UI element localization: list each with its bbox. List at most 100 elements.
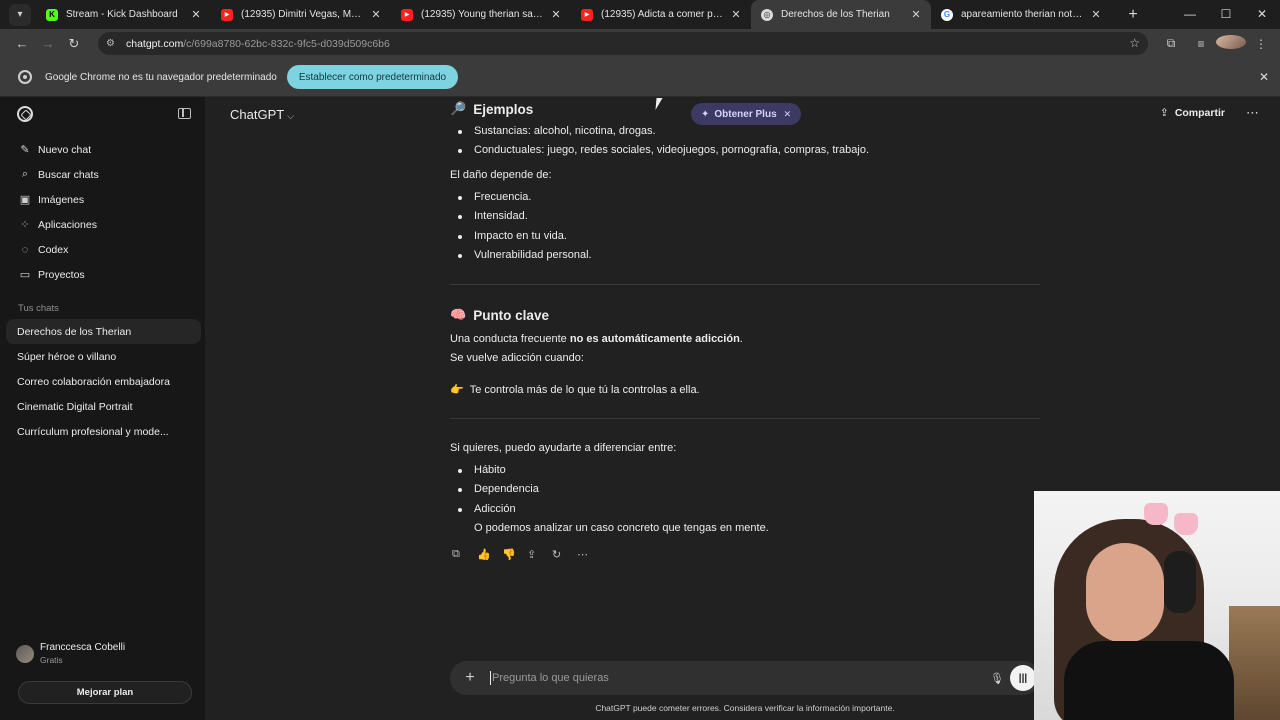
user-plan: Gratis [40,655,63,665]
chat-list-item[interactable]: Currículum profesional y mode... [0,419,201,444]
image-icon: ▣ [19,194,31,206]
cat-ear-headband [1144,503,1168,525]
list-item: Impacto en tu vida. [458,230,567,242]
heading-key-point: 🧠 Punto clave [450,307,549,323]
user-name: Franccesca Cobelli [40,642,126,653]
close-tab-icon[interactable]: ✕ [729,8,743,21]
paragraph: Si quieres, puedo ayudarte a diferenciar… [450,442,677,454]
chat-list-item[interactable]: Cinematic Digital Portrait [0,394,201,419]
sidebar: ✎ Nuevo chat ⌕ Buscar chats ▣ Imágenes ⁘… [0,97,205,720]
browser-tab[interactable]: G apareamiento therian noticia - ✕ [931,0,1111,29]
pointing-hand-icon: 👉 [450,384,464,396]
disclaimer: ChatGPT puede cometer errores. Considera… [595,703,895,713]
model-selector[interactable]: ChatGPT ⌵ [230,107,294,122]
chrome-icon [18,70,32,84]
address-bar[interactable]: ⚙ chatgpt.com/c/699a8780-62bc-832c-9fc5-… [98,32,1148,55]
webcam-overlay [1034,491,1280,720]
divider [450,418,1040,419]
chat-list-item[interactable]: Correo colaboración embajadora [0,369,201,394]
sidebar-item-codex[interactable]: ◌ Codex [0,237,205,262]
list-item: Sustancias: alcohol, nicotina, drogas. [458,125,656,137]
sidebar-toggle-icon[interactable] [178,108,191,119]
close-icon[interactable]: ✕ [784,109,792,120]
list-item: Conductuales: juego, redes sociales, vid… [457,144,870,156]
window-controls: — ☐ ✕ [1172,0,1280,29]
close-tab-icon[interactable]: ✕ [369,8,383,21]
search-icon: ⌕ [21,168,29,180]
sidebar-item-search[interactable]: ⌕ Buscar chats [0,162,205,187]
youtube-icon: ▶ [401,8,413,21]
close-tab-icon[interactable]: ✕ [909,8,923,21]
tab-search-button[interactable]: ▾ [9,3,31,26]
set-default-button[interactable]: Establecer como predeterminado [286,65,459,89]
more-options-icon[interactable]: ⋯ [1246,105,1259,121]
close-tab-icon[interactable]: ✕ [189,8,203,21]
copy-icon[interactable]: ⧉ [452,548,477,561]
share-icon[interactable]: ⇪ [527,548,552,561]
bookmark-star-icon[interactable]: ☆ [1129,36,1140,50]
browser-tab[interactable]: ▶ (12935) Young therian says he ✕ [391,0,571,29]
regenerate-icon[interactable]: ↻ [552,548,577,561]
user-profile[interactable]: Franccesca Cobelli Gratis [16,642,125,665]
add-attachment-icon[interactable]: + [450,669,490,687]
chat-list-item-active[interactable]: Derechos de los Therian [6,319,201,344]
reload-icon[interactable]: ↻ [61,36,87,52]
youtube-icon: ▶ [221,8,233,21]
kick-icon: K [46,8,58,21]
paragraph: El daño depende de: [450,169,552,181]
google-icon: G [941,8,953,21]
minimize-icon[interactable]: — [1172,0,1208,29]
forward-icon[interactable]: → [35,36,61,51]
browser-tab[interactable]: K Stream - Kick Dashboard ✕ [36,0,211,29]
sidebar-item-projects[interactable]: ▭ Proyectos [0,262,205,287]
close-tab-icon[interactable]: ✕ [549,8,563,21]
browser-tab-active[interactable]: ◎ Derechos de los Therian ✕ [751,0,931,29]
microphone-icon[interactable]: 🎙 [984,672,1010,685]
heading-examples: 🔎 Ejemplos [450,101,534,117]
avatar [16,644,34,663]
apps-icon: ⁘ [20,219,30,231]
upgrade-plan-button[interactable]: Mejorar plan [18,681,192,704]
close-tab-icon[interactable]: ✕ [1089,8,1103,21]
thumbs-up-icon[interactable]: 👍 [477,548,502,561]
chat-list-item[interactable]: Súper héroe o villano [0,344,201,369]
youtube-icon: ▶ [581,8,593,21]
prompt-input[interactable]: Pregunta lo que quieras [490,671,984,685]
codex-icon: ◌ [21,243,29,256]
sidebar-item-images[interactable]: ▣ Imágenes [0,187,205,212]
sidebar-item-new-chat[interactable]: ✎ Nuevo chat [0,137,205,162]
paragraph: O podemos analizar un caso concreto que … [474,522,769,534]
site-info-icon[interactable]: ⚙ [106,38,120,49]
profile-avatar[interactable] [1216,35,1246,52]
new-tab-button[interactable]: + [1121,6,1145,24]
default-browser-infobar: Google Chrome no es tu navegador predete… [0,58,1280,97]
maximize-icon[interactable]: ☐ [1208,0,1244,29]
share-icon: ⇪ [1160,107,1169,119]
chatgpt-logo-icon[interactable] [17,106,33,122]
close-window-icon[interactable]: ✕ [1244,0,1280,29]
message-actions: ⧉ 👍 👎 ⇪ ↻ ⋯ [452,548,602,561]
back-icon[interactable]: ← [9,36,35,51]
chrome-menu-icon[interactable]: ⋮ [1246,37,1276,51]
toolbar: ← → ↻ ⚙ chatgpt.com/c/699a8780-62bc-832c… [0,29,1280,58]
more-icon[interactable]: ⋯ [577,548,602,561]
list-item: Hábito [458,464,506,476]
sidebar-item-apps[interactable]: ⁘ Aplicaciones [0,212,205,237]
browser-tab[interactable]: ▶ (12935) Dimitri Vegas, Martin G ✕ [211,0,391,29]
voice-mode-button[interactable]: ||| [1010,665,1036,691]
browser-tab[interactable]: ▶ (12935) Adicta a comer piedra ✕ [571,0,751,29]
background-shelf [1229,606,1280,720]
share-button[interactable]: ⇪ Compartir [1160,107,1225,119]
get-plus-button[interactable]: ✦ Obtener Plus ✕ [691,103,802,125]
paragraph: Una conducta frecuente no es automáticam… [450,333,743,345]
thumbs-down-icon[interactable]: 👎 [502,548,527,561]
list-item: Frecuencia. [457,191,532,203]
media-controls-icon[interactable]: ≡ [1186,37,1216,51]
list-item: Vulnerabilidad personal. [458,249,592,261]
cat-ear-headband [1174,513,1198,535]
close-infobar-icon[interactable]: ✕ [1259,70,1269,84]
composer: + Pregunta lo que quieras 🎙 ||| [450,661,1040,695]
edit-icon: ✎ [20,144,30,156]
key-point-line: 👉 Te controla más de lo que tú la control… [450,384,700,396]
extensions-icon[interactable]: ⧉ [1156,36,1186,51]
